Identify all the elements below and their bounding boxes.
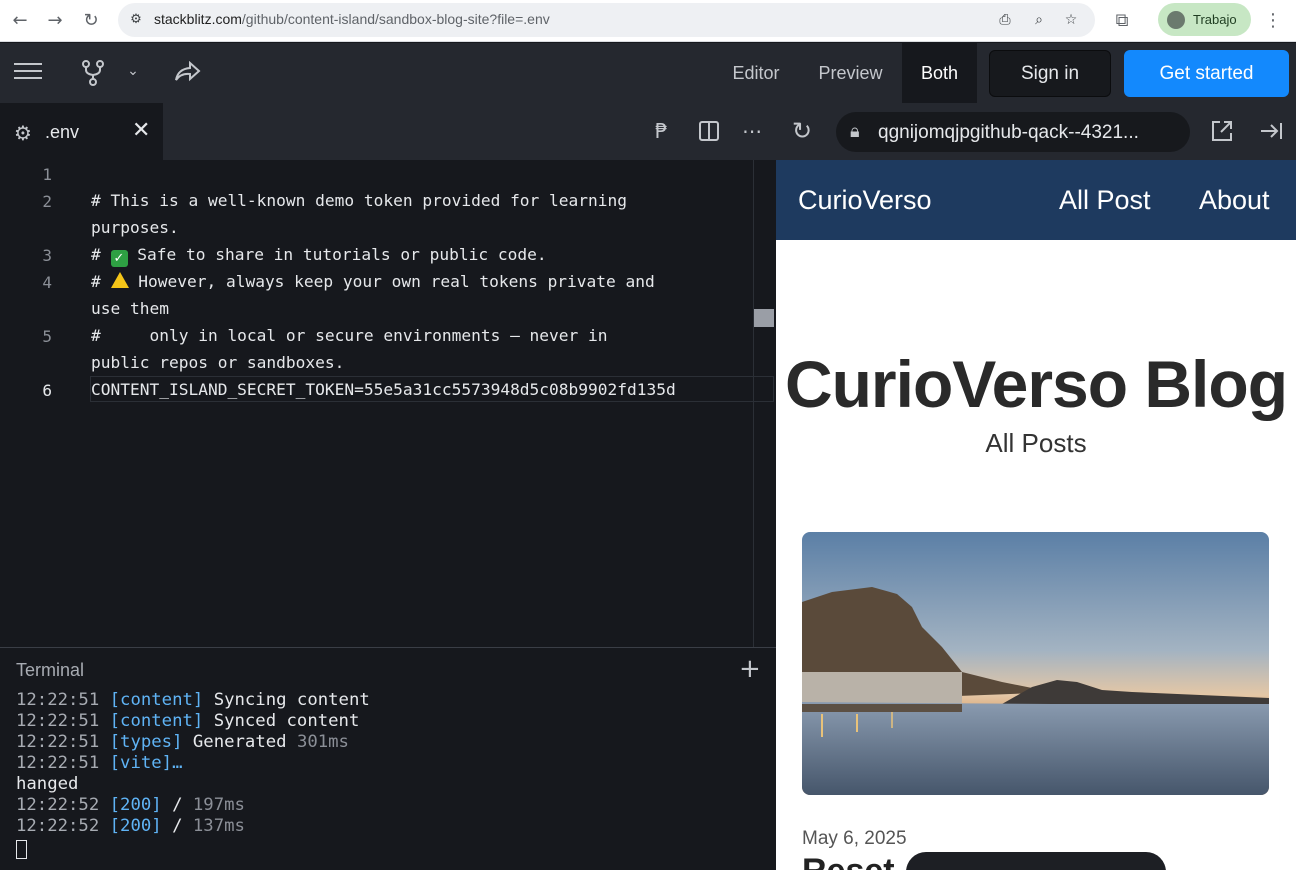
terminal-line: 12:22:51 [content] Syncing content [16, 690, 370, 710]
browser-chrome: ← → ↻ ⚙ stackblitz.com/github/content-is… [0, 0, 1296, 42]
nav-link-about[interactable]: About [1199, 185, 1270, 216]
split-editor-icon[interactable] [698, 120, 720, 147]
extensions-icon[interactable]: ⧉ [1110, 9, 1134, 33]
profile-name: Trabajo [1193, 12, 1237, 27]
install-app-icon[interactable]: ⎙ [995, 10, 1015, 30]
terminal-line: 12:22:51 [types] Generated 301ms [16, 732, 349, 752]
site-navbar: CurioVerso All Post About [776, 160, 1296, 240]
terminal-line: 12:22:52 [200] / 137ms [16, 816, 245, 836]
hamburger-menu-icon[interactable] [14, 61, 42, 85]
code-line[interactable]: # only in local or secure environments —… [91, 326, 608, 345]
back-arrow-icon[interactable]: ← [8, 9, 32, 33]
nav-link-all-post[interactable]: All Post [1059, 185, 1151, 216]
editor-scrollbar[interactable] [753, 160, 754, 647]
editor-tabbar: ⚙ .env ✕ ₱ ⋯ [0, 103, 776, 160]
floating-toolbar[interactable] [906, 852, 1166, 870]
terminal-title: Terminal [16, 660, 85, 680]
reload-icon[interactable]: ↻ [79, 9, 103, 33]
line-number: 1 [42, 165, 52, 184]
line-number: 5 [42, 327, 52, 346]
lock-icon: 🔒︎ [850, 121, 860, 142]
terminal-line: 12:22:51 [content] Synced content [16, 711, 360, 731]
code-line[interactable]: # This is a well-known demo token provid… [91, 191, 627, 210]
blog-subtitle: All Posts [985, 428, 1087, 458]
preview-address-text[interactable]: qgnijomqjpgithub-qack--4321... [878, 122, 1139, 144]
tab-both[interactable]: Both [902, 43, 977, 103]
blog-title: CurioVerso Blog [784, 347, 1288, 421]
line-number: 4 [42, 273, 52, 292]
check-mark-icon: ✓ [110, 250, 128, 267]
address-bar[interactable]: ⚙ stackblitz.com/github/content-island/s… [118, 3, 1095, 37]
refresh-preview-icon[interactable]: ↻ [792, 117, 812, 145]
line-number: 3 [42, 246, 52, 265]
site-brand[interactable]: CurioVerso [798, 185, 932, 216]
terminal-line: 12:22:51 [vite]… [16, 753, 183, 773]
code-editor[interactable]: 1 2 # This is a well-known demo token pr… [0, 160, 776, 647]
post-cover-image[interactable] [802, 532, 1269, 795]
app-toolbar: ⌄ Editor Preview Both Sign in Get starte… [0, 43, 1296, 103]
site-info-icon[interactable]: ⚙ [126, 10, 146, 30]
file-tab-label: .env [45, 122, 80, 142]
line-number: 6 [42, 381, 52, 400]
file-tab-env[interactable]: ⚙ .env ✕ [0, 103, 163, 160]
post-date: May 6, 2025 [802, 828, 907, 849]
url-text[interactable]: stackblitz.com/github/content-island/san… [154, 11, 550, 27]
code-line[interactable]: # However, always keep your own real tok… [91, 272, 655, 291]
code-line-wrap[interactable]: use them [91, 299, 169, 318]
code-line-wrap[interactable]: purposes. [91, 218, 179, 237]
forward-arrow-icon[interactable]: → [43, 9, 67, 33]
git-fork-icon[interactable] [80, 59, 106, 87]
collapse-preview-icon[interactable] [1259, 121, 1283, 146]
scrollbar-thumb[interactable] [754, 309, 774, 327]
gear-icon: ⚙ [14, 121, 32, 145]
sign-in-button[interactable]: Sign in [989, 50, 1111, 97]
tab-editor[interactable]: Editor [718, 43, 794, 103]
tab-preview[interactable]: Preview [806, 43, 895, 103]
terminal-cursor [16, 840, 27, 859]
preview-pane[interactable]: CurioVerso All Post About CurioVerso Blo… [776, 160, 1296, 870]
chevron-down-icon[interactable]: ⌄ [124, 63, 142, 83]
prettier-icon[interactable]: ₱ [655, 119, 668, 143]
terminal-line: hanged [16, 774, 79, 794]
close-icon[interactable]: ✕ [132, 118, 150, 143]
post-title[interactable]: Reset [802, 852, 895, 870]
profile-chip[interactable]: Trabajo [1158, 3, 1251, 36]
terminal-line: 12:22:52 [200] / 197ms [16, 795, 245, 815]
get-started-button[interactable]: Get started [1124, 50, 1289, 97]
code-line[interactable]: # ✓ Safe to share in tutorials or public… [91, 245, 547, 267]
browser-menu-icon[interactable]: ⋮ [1261, 9, 1285, 33]
share-icon[interactable] [174, 60, 202, 85]
line-number: 2 [42, 192, 52, 211]
current-line-highlight [90, 376, 774, 402]
add-terminal-icon[interactable]: + [739, 654, 761, 684]
preview-address-bar[interactable]: 🔒︎ qgnijomqjpgithub-qack--4321... [836, 112, 1190, 152]
open-new-window-icon[interactable] [1210, 119, 1234, 148]
code-line-wrap[interactable]: public repos or sandboxes. [91, 353, 344, 372]
warning-icon [110, 272, 129, 288]
bookmark-star-icon[interactable]: ☆ [1061, 10, 1081, 30]
zoom-icon[interactable]: ⌕ [1029, 10, 1049, 30]
avatar [1167, 11, 1185, 29]
more-actions-icon[interactable]: ⋯ [742, 119, 762, 143]
